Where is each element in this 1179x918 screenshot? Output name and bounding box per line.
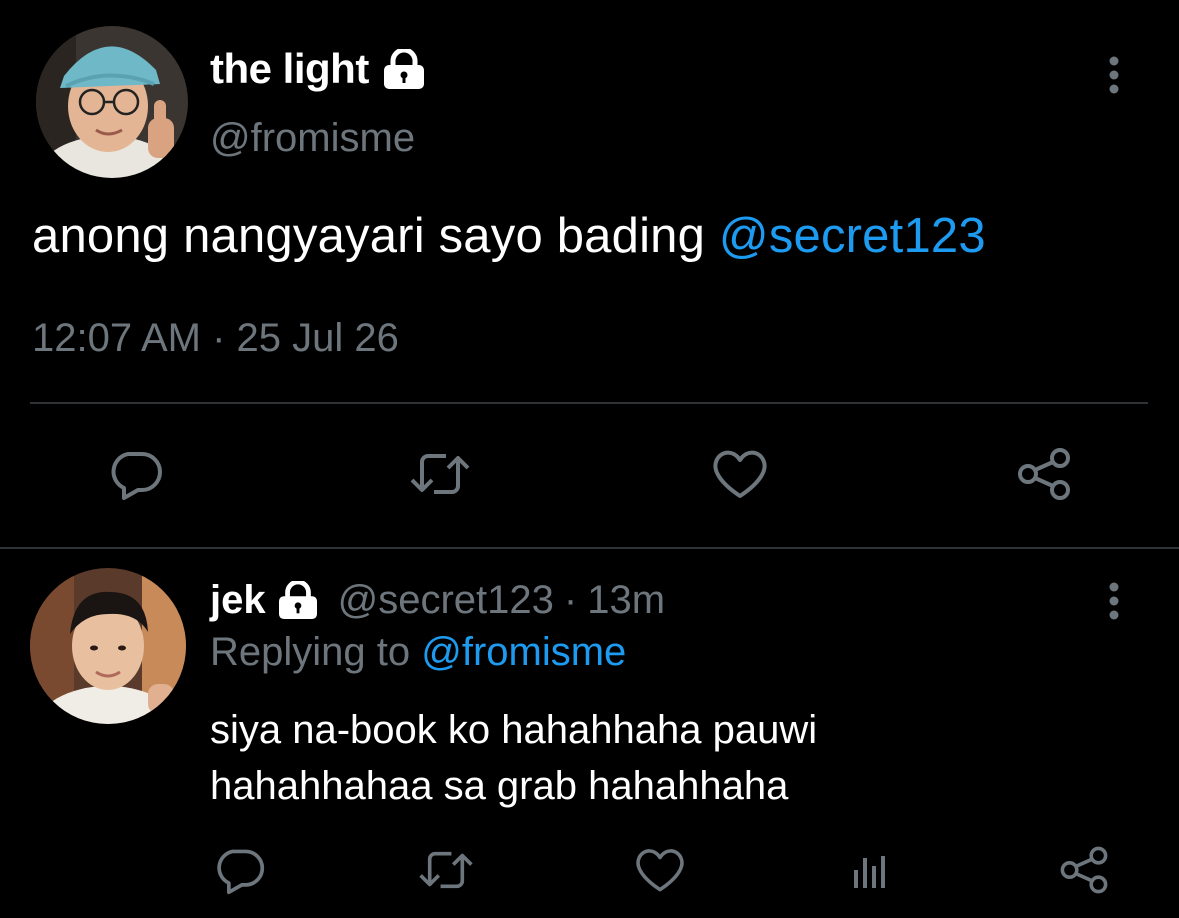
divider bbox=[0, 547, 1179, 549]
reply-header: jek @secret123 · 13m bbox=[210, 574, 665, 626]
divider bbox=[30, 402, 1148, 404]
reply-text-line: hahahhahaa sa grab hahahhaha bbox=[210, 764, 789, 808]
like-icon bbox=[636, 849, 684, 892]
tweet-text: anong nangyayari sayo bading @secret123 bbox=[32, 208, 986, 264]
analytics-icon bbox=[854, 856, 885, 888]
more-options-button[interactable] bbox=[1094, 576, 1134, 626]
like-button[interactable] bbox=[628, 838, 692, 902]
reply-text: siya na-book ko hahahhaha pauwi hahahhah… bbox=[210, 702, 1110, 814]
reply-icon bbox=[217, 849, 265, 895]
handle[interactable]: @fromisme bbox=[210, 116, 415, 161]
retweet-button[interactable] bbox=[408, 442, 472, 506]
analytics-button[interactable] bbox=[838, 838, 902, 902]
separator: · bbox=[563, 577, 578, 622]
more-vertical-icon bbox=[1109, 582, 1119, 620]
reply-text-line: siya na-book ko hahahhaha pauwi bbox=[210, 708, 818, 752]
main-tweet: the light @fromisme anong nangyayari say… bbox=[0, 0, 1179, 548]
more-options-button[interactable] bbox=[1094, 50, 1134, 100]
display-name[interactable]: jek bbox=[210, 578, 266, 623]
display-name[interactable]: the light bbox=[210, 45, 369, 93]
more-vertical-icon bbox=[1109, 56, 1119, 94]
like-button[interactable] bbox=[708, 442, 772, 506]
reply-icon bbox=[111, 452, 162, 500]
avatar[interactable] bbox=[30, 568, 186, 724]
lock-icon bbox=[381, 49, 427, 89]
mention-link[interactable]: @secret123 bbox=[719, 209, 986, 263]
reply-button[interactable] bbox=[208, 838, 272, 902]
mention-link[interactable]: @fromisme bbox=[421, 630, 626, 674]
lock-icon bbox=[276, 581, 320, 619]
relative-time[interactable]: 13m bbox=[587, 578, 665, 623]
timestamp[interactable]: 12:07 AM · 25 Jul 26 bbox=[32, 316, 399, 361]
retweet-icon bbox=[419, 851, 473, 889]
display-name-row: the light bbox=[210, 42, 427, 96]
replying-to-label: Replying to bbox=[210, 630, 422, 674]
share-icon bbox=[1018, 448, 1070, 500]
like-icon bbox=[713, 450, 767, 498]
share-button[interactable] bbox=[1012, 442, 1076, 506]
avatar[interactable] bbox=[36, 26, 188, 178]
retweet-button[interactable] bbox=[414, 838, 478, 902]
reply-button[interactable] bbox=[104, 442, 168, 506]
handle[interactable]: @secret123 bbox=[338, 578, 554, 623]
replying-to: Replying to @fromisme bbox=[210, 630, 626, 675]
share-icon bbox=[1060, 846, 1108, 894]
share-button[interactable] bbox=[1052, 838, 1116, 902]
tweet-text-body: anong nangyayari sayo bading bbox=[32, 209, 719, 263]
retweet-icon bbox=[410, 454, 470, 494]
